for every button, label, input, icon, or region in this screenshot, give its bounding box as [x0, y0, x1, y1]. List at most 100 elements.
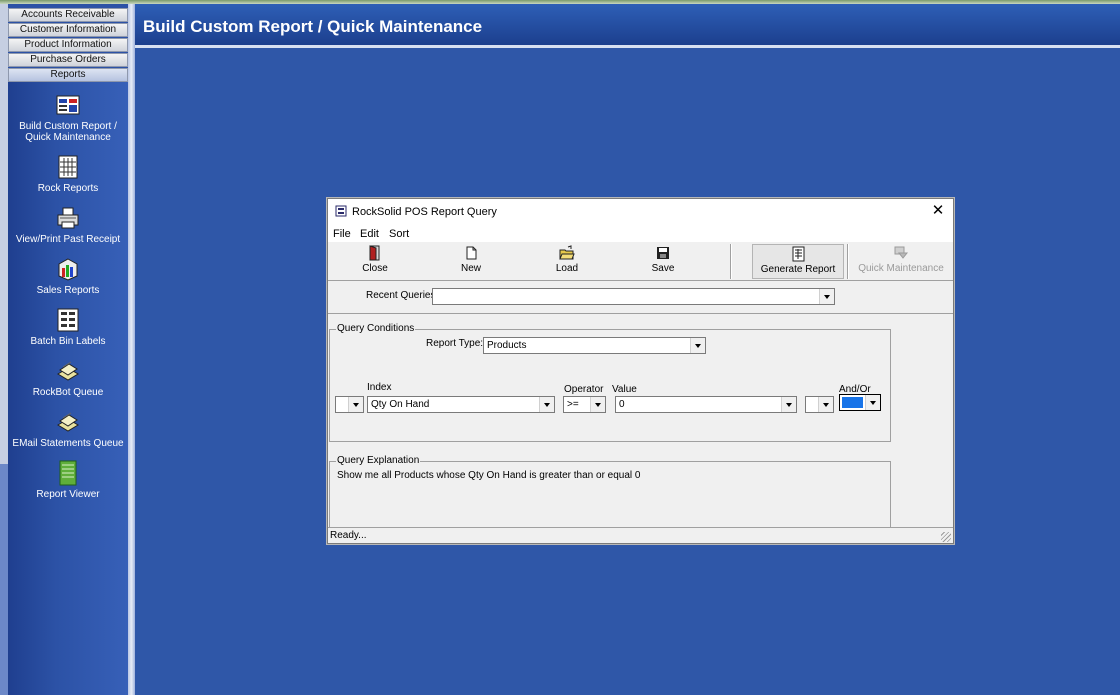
generate-report-button-label: Generate Report — [760, 264, 836, 275]
query-explanation-text: Show me all Products whose Qty On Hand i… — [337, 470, 641, 481]
nav-item-build-custom-report[interactable]: Build Custom Report / Quick Maintenance — [8, 92, 128, 143]
nav-item-rockbot-queue[interactable]: RockBot Queue — [8, 358, 128, 398]
query-conditions-group: Query Conditions Report Type: Products I… — [329, 323, 891, 442]
app-icon — [335, 205, 347, 217]
close-icon[interactable]: ✕ — [929, 202, 947, 220]
nav-button-purchase-orders[interactable]: Purchase Orders — [8, 53, 128, 67]
nav-item-label: Report Viewer — [36, 489, 100, 500]
close-paren-dropdown[interactable] — [805, 396, 834, 413]
save-button[interactable]: Save — [640, 244, 686, 279]
operator-dropdown[interactable]: >= — [563, 396, 606, 413]
printer-icon — [57, 207, 79, 229]
quick-maintenance-button-label: Quick Maintenance — [858, 263, 944, 274]
nav-item-label: Rock Reports — [37, 183, 99, 194]
value-value: 0 — [619, 399, 625, 410]
report-type-dropdown[interactable]: Products — [483, 337, 706, 354]
nav-item-label-line2: Quick Maintenance — [25, 132, 111, 143]
chevron-down-icon[interactable] — [539, 397, 554, 412]
nav-item-sales-reports[interactable]: Sales Reports — [8, 256, 128, 296]
nav-item-label: EMail Statements Queue — [12, 438, 124, 449]
left-edge-lower — [0, 464, 8, 695]
save-button-label: Save — [651, 263, 675, 274]
report-type-value: Products — [487, 340, 527, 351]
generate-report-icon — [792, 246, 805, 262]
dialog-title: RockSolid POS Report Query — [352, 206, 497, 218]
chevron-down-icon[interactable] — [348, 397, 363, 412]
divider — [328, 313, 953, 314]
andor-dropdown[interactable] — [839, 394, 881, 411]
chevron-down-icon[interactable] — [590, 397, 605, 412]
menu-file[interactable]: File — [333, 228, 351, 240]
nav-button-reports[interactable]: Reports — [8, 68, 128, 82]
close-button[interactable]: Close — [352, 244, 398, 279]
query-conditions-label: Query Conditions — [336, 323, 416, 334]
menu-edit[interactable]: Edit — [360, 228, 379, 240]
index-dropdown[interactable]: Qty On Hand — [367, 396, 555, 413]
sales-chart-icon — [58, 258, 78, 281]
nav-item-label: Batch Bin Labels — [30, 336, 106, 347]
open-paren-dropdown[interactable] — [335, 396, 364, 413]
nav-divider — [128, 4, 135, 695]
quick-maintenance-button[interactable]: Quick Maintenance — [854, 244, 948, 279]
recent-queries-label: Recent Queries: — [366, 290, 439, 301]
page-title: Build Custom Report / Quick Maintenance — [143, 17, 483, 36]
new-button-label: New — [460, 263, 481, 274]
chevron-down-icon[interactable] — [781, 397, 796, 412]
nav-button-customer-information[interactable]: Customer Information — [8, 23, 128, 37]
menu-bar: File Edit Sort — [328, 225, 953, 242]
index-label: Index — [367, 382, 392, 393]
index-value: Qty On Hand — [371, 399, 430, 410]
andor-selection — [842, 397, 863, 408]
email-queue-icon — [57, 412, 79, 432]
nav-item-view-print-past-receipt[interactable]: View/Print Past Receipt — [8, 205, 128, 245]
nav-item-report-viewer[interactable]: Report Viewer — [8, 460, 128, 500]
nav-item-label: Build Custom Report / — [19, 121, 117, 132]
operator-value: >= — [567, 399, 579, 410]
value-dropdown[interactable]: 0 — [615, 396, 797, 413]
status-bar: Ready... — [328, 527, 953, 543]
nav-button-accounts-receivable[interactable]: Accounts Receivable — [8, 8, 128, 22]
nav-item-email-statements-queue[interactable]: EMail Statements Queue — [8, 409, 128, 449]
nav-button-product-information[interactable]: Product Information — [8, 38, 128, 52]
chevron-down-icon[interactable] — [819, 289, 834, 304]
query-explanation-group: Query Explanation Show me all Products w… — [329, 455, 891, 527]
toolbar-separator — [730, 244, 732, 279]
nav-item-rock-reports[interactable]: Rock Reports — [8, 154, 128, 194]
status-text: Ready... — [330, 530, 367, 541]
load-button-label: Load — [555, 263, 579, 274]
report-builder-icon — [56, 95, 80, 115]
recent-queries-dropdown[interactable] — [432, 288, 835, 305]
value-label: Value — [612, 384, 637, 395]
resize-grip-icon[interactable] — [941, 532, 951, 542]
page-header: Build Custom Report / Quick Maintenance — [135, 4, 1120, 48]
chevron-down-icon[interactable] — [865, 395, 880, 410]
operator-label: Operator — [564, 384, 604, 395]
new-document-icon — [466, 246, 477, 260]
queue-icon — [57, 361, 79, 381]
generate-report-button[interactable]: Generate Report — [752, 244, 844, 279]
reports-list-icon — [58, 155, 78, 179]
open-folder-icon — [559, 245, 575, 260]
floppy-disk-icon — [657, 247, 669, 259]
report-type-label: Report Type: — [426, 338, 484, 349]
labels-icon — [57, 308, 79, 332]
close-button-label: Close — [362, 263, 388, 274]
query-explanation-label: Query Explanation — [336, 455, 421, 466]
nav-item-batch-bin-labels[interactable]: Batch Bin Labels — [8, 307, 128, 347]
chevron-down-icon[interactable] — [690, 338, 705, 353]
new-button[interactable]: New — [448, 244, 494, 279]
left-navigation: Accounts Receivable Customer Information… — [0, 4, 135, 695]
load-button[interactable]: Load — [544, 244, 590, 279]
dialog-titlebar[interactable]: RockSolid POS Report Query ✕ — [328, 199, 953, 225]
toolbar: Close New Load Save Generate Report Quic… — [328, 242, 953, 281]
nav-item-label: Sales Reports — [36, 285, 100, 296]
left-edge — [0, 4, 8, 464]
nav-item-label: View/Print Past Receipt — [15, 234, 121, 245]
toolbar-separator — [847, 244, 849, 279]
report-query-dialog: RockSolid POS Report Query ✕ File Edit S… — [327, 198, 954, 544]
menu-sort[interactable]: Sort — [389, 228, 409, 240]
quick-maintenance-icon — [894, 246, 909, 259]
nav-item-label: RockBot Queue — [32, 387, 104, 398]
chevron-down-icon[interactable] — [818, 397, 833, 412]
reports-panel: Build Custom Report / Quick Maintenance … — [8, 82, 128, 695]
